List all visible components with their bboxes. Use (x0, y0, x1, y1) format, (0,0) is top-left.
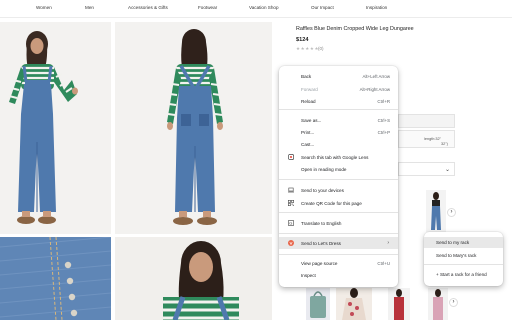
recommendation-thumb-dress[interactable] (336, 288, 372, 320)
menu-item-forward-shortcut: Alt+Right Arrow (359, 86, 390, 92)
model-back-illustration (167, 29, 223, 225)
product-price: $124 (296, 37, 309, 43)
chevron-down-icon: ⌄ (445, 167, 451, 173)
submenu-item-send-my-rack-label: Send to my rack (436, 240, 470, 245)
submenu-item-start-rack-friend[interactable]: + Start a rack for a friend (424, 269, 503, 279)
menu-item-inspect-label: Inspect (301, 272, 316, 278)
recommendation-thumb-image (426, 190, 446, 232)
menu-item-print-label: Print... (301, 129, 315, 135)
size-guide-box (398, 114, 455, 128)
menu-item-back-label: Back (301, 73, 312, 79)
top-navigation: Women Men Accessories & Gifts Footwear V… (0, 0, 512, 18)
nav-link-footwear[interactable]: Footwear (198, 5, 217, 10)
red-outfit-image (394, 289, 404, 320)
menu-item-save-as-shortcut: Ctrl+S (377, 117, 390, 123)
menu-item-reload-label: Reload (301, 98, 316, 104)
recommendation-thumb-pink[interactable] (428, 288, 448, 320)
menu-item-forward-label: Forward (301, 86, 318, 92)
lets-dress-icon (288, 240, 294, 246)
menu-separator (424, 264, 503, 265)
menu-item-view-source[interactable]: View page source Ctrl+U (279, 258, 398, 268)
menu-item-save-as-label: Save as... (301, 117, 322, 123)
menu-item-print-shortcut: Ctrl+P (377, 129, 390, 135)
menu-item-send-lets-dress-label: Send to Let's Dress (301, 240, 341, 246)
menu-item-save-as[interactable]: Save as... Ctrl+S (279, 115, 398, 125)
menu-item-back[interactable]: Back Alt+Left Arrow (279, 71, 398, 81)
menu-item-reload-shortcut: Ctrl+R (377, 98, 390, 104)
lets-dress-submenu: Send to my rack Send to Mary's rack + St… (424, 232, 503, 286)
menu-item-search-lens[interactable]: Search this tab with Google Lens (279, 152, 398, 162)
menu-item-forward[interactable]: Forward Alt+Right Arrow (279, 84, 398, 94)
menu-item-send-devices-label: Send to your devices (301, 187, 344, 193)
menu-item-view-source-label: View page source (301, 260, 338, 266)
menu-item-reading-mode-label: Open in reading mode (301, 166, 347, 172)
menu-item-qr-code-label: Create QR Code for this page (301, 200, 362, 206)
menu-item-reload[interactable]: Reload Ctrl+R (279, 96, 398, 106)
context-menu: Back Alt+Left Arrow Forward Alt+Right Ar… (279, 66, 398, 287)
product-image-portrait[interactable] (115, 237, 272, 320)
product-image-detail[interactable] (0, 237, 111, 320)
model-portrait-illustration (163, 241, 239, 320)
product-title: Raffles Blue Denim Cropped Wide Leg Dung… (296, 26, 414, 32)
svg-text:G: G (289, 221, 292, 226)
menu-item-search-lens-label: Search this tab with Google Lens (301, 154, 369, 160)
inseam-length-text: length:32" (424, 137, 441, 141)
recommendation-thumb-red[interactable] (388, 288, 410, 320)
menu-item-back-shortcut: Alt+Left Arrow (362, 73, 390, 79)
denim-detail-illustration (0, 237, 111, 320)
submenu-item-send-marys-rack[interactable]: Send to Mary's rack (424, 250, 503, 260)
menu-item-cast-label: Cast... (301, 141, 315, 147)
nav-link-accessories-gifts[interactable]: Accessories & Gifts (128, 5, 168, 10)
menu-separator (279, 212, 398, 213)
menu-separator (279, 109, 398, 110)
tote-bag-image (310, 291, 326, 318)
model-front-illustration (8, 31, 78, 224)
menu-item-inspect[interactable]: Inspect (279, 270, 398, 280)
menu-item-send-devices[interactable]: Send to your devices (279, 185, 398, 195)
menu-item-print[interactable]: Print... Ctrl+P (279, 127, 398, 137)
rating-stars[interactable]: ★★★★★ (296, 46, 319, 52)
nav-link-men[interactable]: Men (85, 5, 94, 10)
submenu-item-start-rack-friend-label: + Start a rack for a friend (436, 271, 487, 277)
review-count[interactable]: (0) (318, 46, 324, 51)
nav-link-inspiration[interactable]: Inspiration (366, 5, 387, 10)
laptop-icon (288, 187, 294, 193)
chevron-right-icon: › (387, 240, 389, 246)
floral-dress-image (342, 288, 366, 320)
menu-separator (279, 254, 398, 255)
menu-item-cast[interactable]: Cast... (279, 139, 398, 149)
pink-outfit-image (433, 289, 443, 320)
nav-link-our-impact[interactable]: Our Impact (311, 5, 334, 10)
menu-separator (279, 179, 398, 180)
nav-link-vacation-shop[interactable]: Vacation Shop (249, 5, 279, 10)
menu-item-translate-label: Translate to English (301, 220, 342, 226)
menu-item-translate[interactable]: G Translate to English (279, 218, 398, 228)
submenu-item-send-marys-rack-label: Send to Mary's rack (436, 252, 477, 258)
menu-item-view-source-shortcut: Ctrl+U (377, 260, 390, 266)
inseam-length-text-2: 32") (441, 142, 448, 146)
qr-icon (288, 200, 294, 206)
carousel-next-arrow[interactable]: › (447, 208, 456, 217)
recommendation-thumb-bag[interactable] (306, 288, 330, 320)
menu-item-send-lets-dress[interactable]: Send to Let's Dress › (279, 237, 398, 249)
recommendation-thumb[interactable] (426, 190, 446, 232)
menu-item-reading-mode[interactable]: Open in reading mode (279, 164, 398, 174)
lens-icon (288, 154, 294, 160)
product-image-front[interactable] (0, 22, 111, 234)
product-image-back[interactable] (115, 22, 272, 234)
translate-icon: G (288, 220, 294, 226)
menu-separator (279, 233, 398, 234)
carousel-next-arrow-bottom[interactable]: › (449, 298, 458, 307)
nav-link-women[interactable]: Women (36, 5, 52, 10)
submenu-item-send-my-rack[interactable]: Send to my rack (424, 237, 503, 248)
menu-item-qr-code[interactable]: Create QR Code for this page (279, 198, 398, 208)
